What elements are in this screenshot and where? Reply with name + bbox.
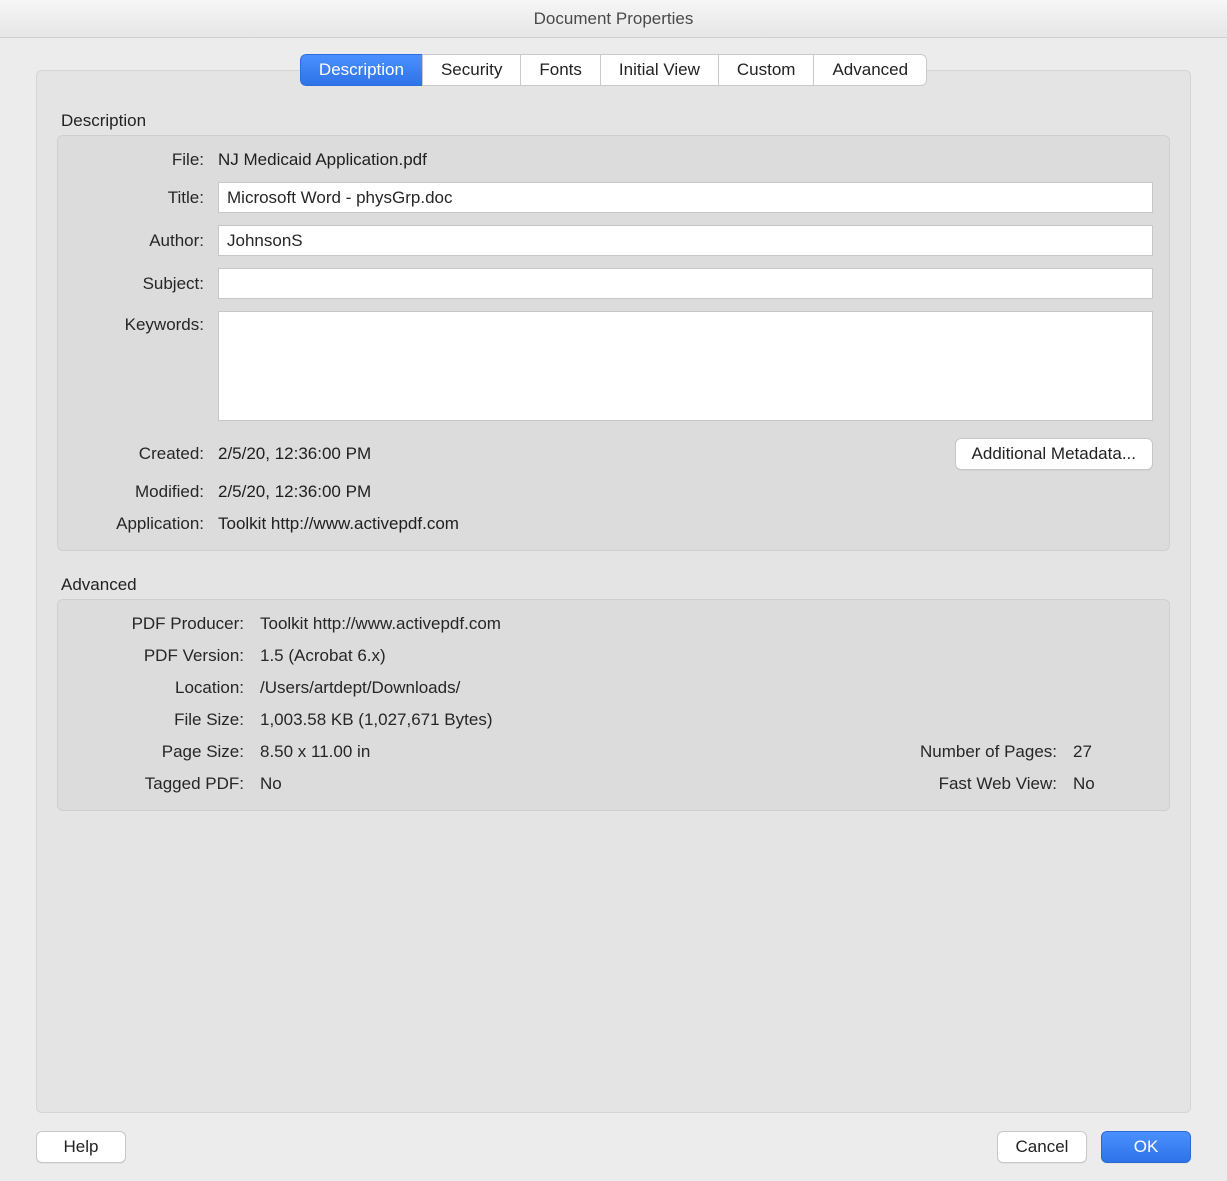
filesize-value: 1,003.58 KB (1,027,671 Bytes)	[260, 710, 1153, 730]
created-label: Created:	[74, 444, 204, 464]
fastweb-value: No	[1073, 774, 1153, 794]
location-label: Location:	[74, 678, 244, 698]
author-label: Author:	[74, 231, 204, 251]
pagesize-label: Page Size:	[74, 742, 244, 762]
ok-button[interactable]: OK	[1101, 1131, 1191, 1163]
tagged-value: No	[260, 774, 831, 794]
subject-field[interactable]	[218, 268, 1153, 299]
pagesize-value: 8.50 x 11.00 in	[260, 742, 831, 762]
tab-description[interactable]: Description	[300, 54, 422, 86]
tab-group: Description Security Fonts Initial View …	[300, 54, 927, 86]
created-value: 2/5/20, 12:36:00 PM	[218, 444, 941, 464]
version-value: 1.5 (Acrobat 6.x)	[260, 646, 1153, 666]
main-panel: Description File: NJ Medicaid Applicatio…	[36, 70, 1191, 1113]
advanced-group: PDF Producer: Toolkit http://www.activep…	[57, 599, 1170, 811]
title-field[interactable]	[218, 182, 1153, 213]
dialog-footer: Help Cancel OK	[0, 1131, 1227, 1163]
numpages-label: Number of Pages:	[847, 742, 1057, 762]
fastweb-label: Fast Web View:	[847, 774, 1057, 794]
tab-security[interactable]: Security	[422, 54, 520, 86]
subject-label: Subject:	[74, 274, 204, 294]
tab-advanced[interactable]: Advanced	[813, 54, 927, 86]
modified-label: Modified:	[74, 482, 204, 502]
file-value: NJ Medicaid Application.pdf	[218, 150, 1153, 170]
file-label: File:	[74, 150, 204, 170]
dialog-content: Description Security Fonts Initial View …	[0, 38, 1227, 1181]
window-title: Document Properties	[534, 9, 694, 29]
title-label: Title:	[74, 188, 204, 208]
keywords-field[interactable]	[218, 311, 1153, 421]
tagged-label: Tagged PDF:	[74, 774, 244, 794]
producer-label: PDF Producer:	[74, 614, 244, 634]
filesize-label: File Size:	[74, 710, 244, 730]
additional-metadata-button[interactable]: Additional Metadata...	[955, 438, 1153, 470]
version-label: PDF Version:	[74, 646, 244, 666]
description-group: File: NJ Medicaid Application.pdf Title:…	[57, 135, 1170, 551]
tab-fonts[interactable]: Fonts	[520, 54, 600, 86]
modified-value: 2/5/20, 12:36:00 PM	[218, 482, 1153, 502]
description-heading: Description	[61, 111, 1170, 131]
numpages-value: 27	[1073, 742, 1153, 762]
tab-custom[interactable]: Custom	[718, 54, 814, 86]
advanced-heading: Advanced	[61, 575, 1170, 595]
help-button[interactable]: Help	[36, 1131, 126, 1163]
application-value: Toolkit http://www.activepdf.com	[218, 514, 1153, 534]
location-value: /Users/artdept/Downloads/	[260, 678, 1153, 698]
tab-bar: Description Security Fonts Initial View …	[0, 38, 1227, 86]
tab-initial-view[interactable]: Initial View	[600, 54, 718, 86]
keywords-label: Keywords:	[74, 311, 204, 335]
producer-value: Toolkit http://www.activepdf.com	[260, 614, 1153, 634]
window-titlebar: Document Properties	[0, 0, 1227, 38]
application-label: Application:	[74, 514, 204, 534]
author-field[interactable]	[218, 225, 1153, 256]
cancel-button[interactable]: Cancel	[997, 1131, 1087, 1163]
